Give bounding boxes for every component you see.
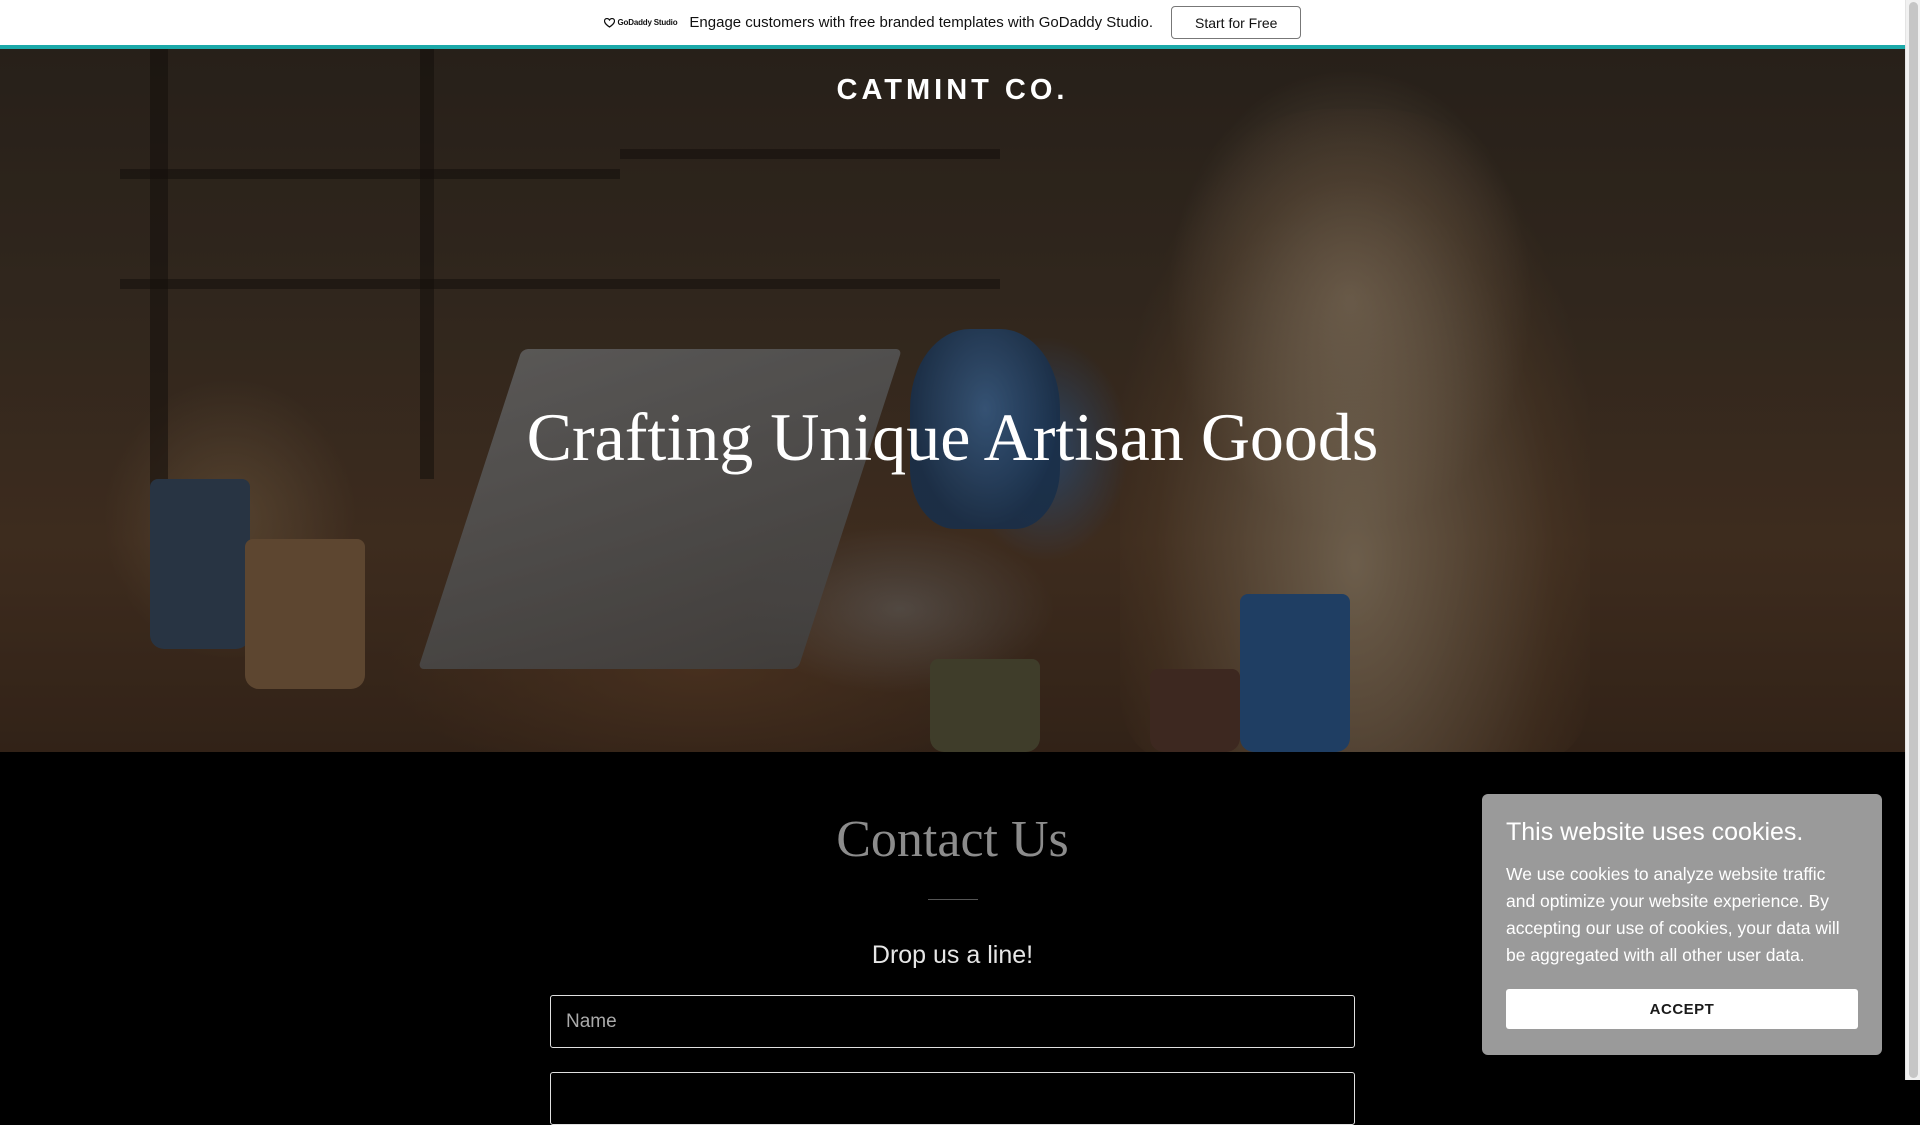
cookie-banner-body: We use cookies to analyze website traffi… [1506,864,1840,965]
start-for-free-button[interactable]: Start for Free [1171,6,1302,39]
name-input[interactable] [550,995,1355,1048]
cookie-banner: This website uses cookies. We use cookie… [1482,794,1882,1055]
hero-heading: Crafting Unique Artisan Goods [526,399,1379,475]
scrollbar-thumb[interactable] [1909,2,1918,1078]
promo-bar: GoDaddy Studio Engage customers with fre… [0,0,1905,45]
godaddy-studio-logo: GoDaddy Studio [603,17,678,28]
page-scrollbar[interactable] [1905,0,1920,1080]
godaddy-studio-logo-text: GoDaddy Studio [617,18,678,27]
promo-message: Engage customers with free branded templ… [689,14,1153,31]
site-brand-title[interactable]: CATMINT CO. [0,74,1905,107]
godaddy-heart-icon [603,17,615,28]
cookie-banner-title: This website uses cookies. [1506,818,1804,846]
contact-divider [928,899,978,900]
accept-cookies-button[interactable]: ACCEPT [1506,989,1858,1029]
